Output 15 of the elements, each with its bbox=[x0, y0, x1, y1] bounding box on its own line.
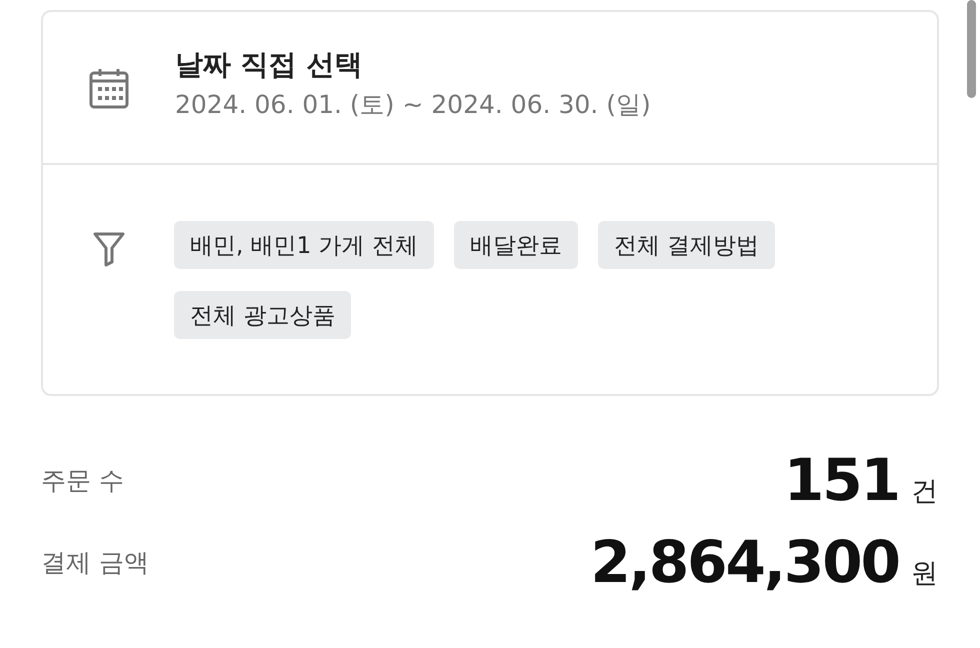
date-filter-title[interactable]: 날짜 직접 선택 bbox=[175, 46, 651, 84]
filter-chip[interactable]: 배민, 배민1 가게 전체 bbox=[174, 221, 434, 269]
stat-unit: 원 bbox=[911, 557, 938, 591]
stat-label: 결제 금액 bbox=[41, 546, 149, 578]
filter-icon bbox=[92, 231, 126, 267]
stat-value: 2,864,300 bbox=[590, 528, 899, 596]
filter-chip[interactable]: 전체 광고상품 bbox=[174, 291, 352, 339]
stat-unit: 건 bbox=[911, 475, 938, 509]
stat-value: 151 bbox=[784, 446, 899, 514]
calendar-icon bbox=[89, 66, 129, 108]
scrollbar[interactable] bbox=[967, 0, 976, 98]
filter-chip[interactable]: 전체 결제방법 bbox=[598, 221, 776, 269]
filter-chip[interactable]: 배달완료 bbox=[454, 221, 578, 269]
date-range: 2024. 06. 01. (토) ~ 2024. 06. 30. (일) bbox=[175, 89, 651, 121]
stat-label: 주문 수 bbox=[41, 464, 124, 496]
